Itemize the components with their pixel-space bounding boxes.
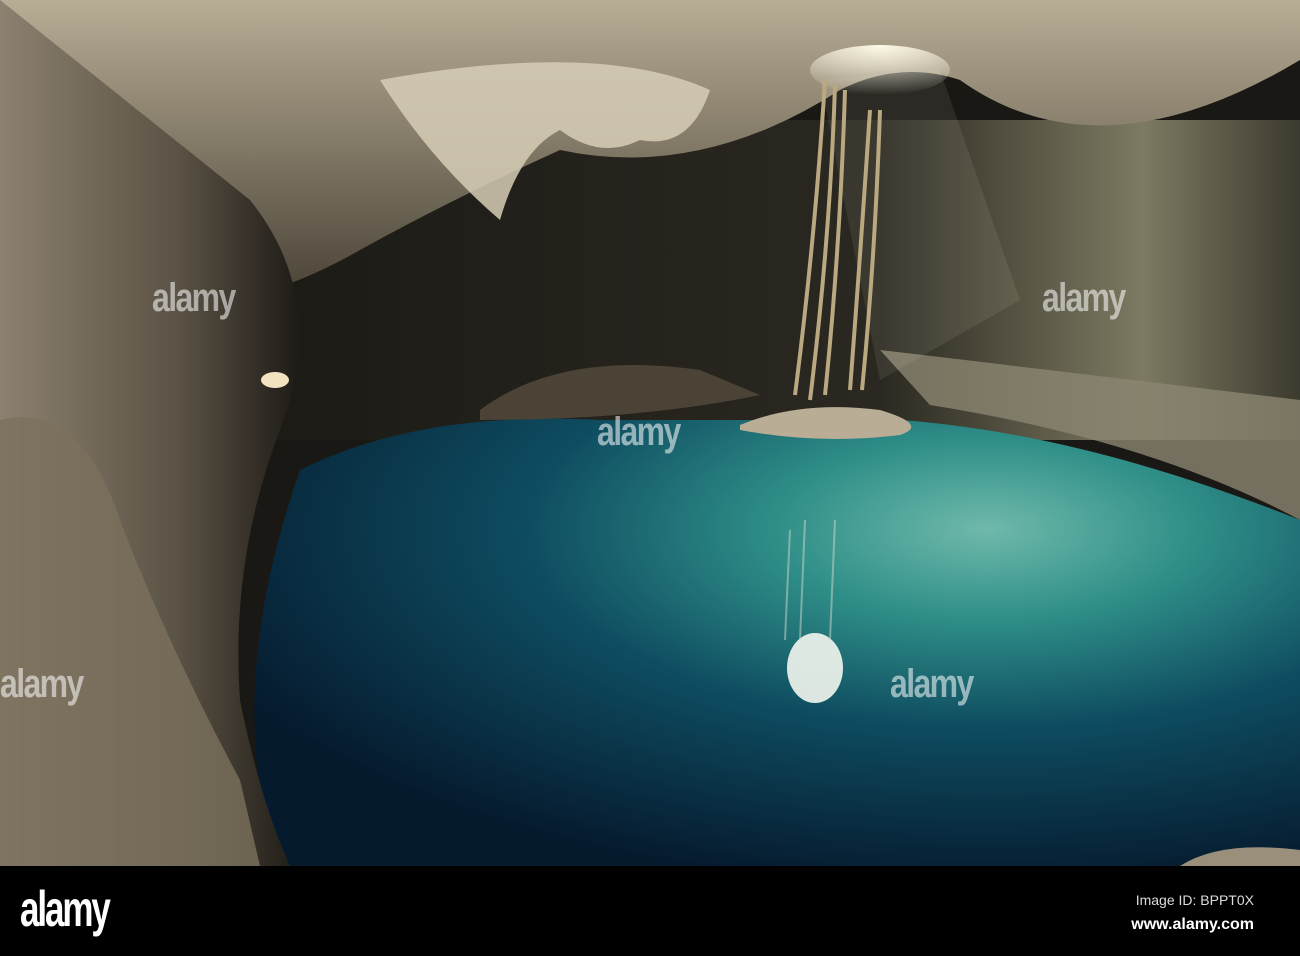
lamp-glow xyxy=(261,372,289,388)
image-id: Image ID: BPPT0X xyxy=(1135,892,1254,908)
footer-bar: alamy Image ID: BPPT0X www.alamy.com xyxy=(0,866,1300,956)
watermark: alamy xyxy=(597,410,681,454)
site-url: www.alamy.com xyxy=(1131,916,1254,933)
watermark: alamy xyxy=(152,276,236,320)
watermark: alamy xyxy=(0,662,84,706)
skylight-reflection xyxy=(787,633,843,703)
watermark: alamy xyxy=(1042,276,1126,320)
cenote-photo: alamy alamy alamy alamy alamy xyxy=(0,0,1300,866)
alamy-logo: alamy xyxy=(20,881,111,937)
cenote-water xyxy=(254,417,1300,866)
stock-photo: alamy alamy alamy alamy alamy alamy Imag… xyxy=(0,0,1300,956)
watermark: alamy xyxy=(890,662,974,706)
